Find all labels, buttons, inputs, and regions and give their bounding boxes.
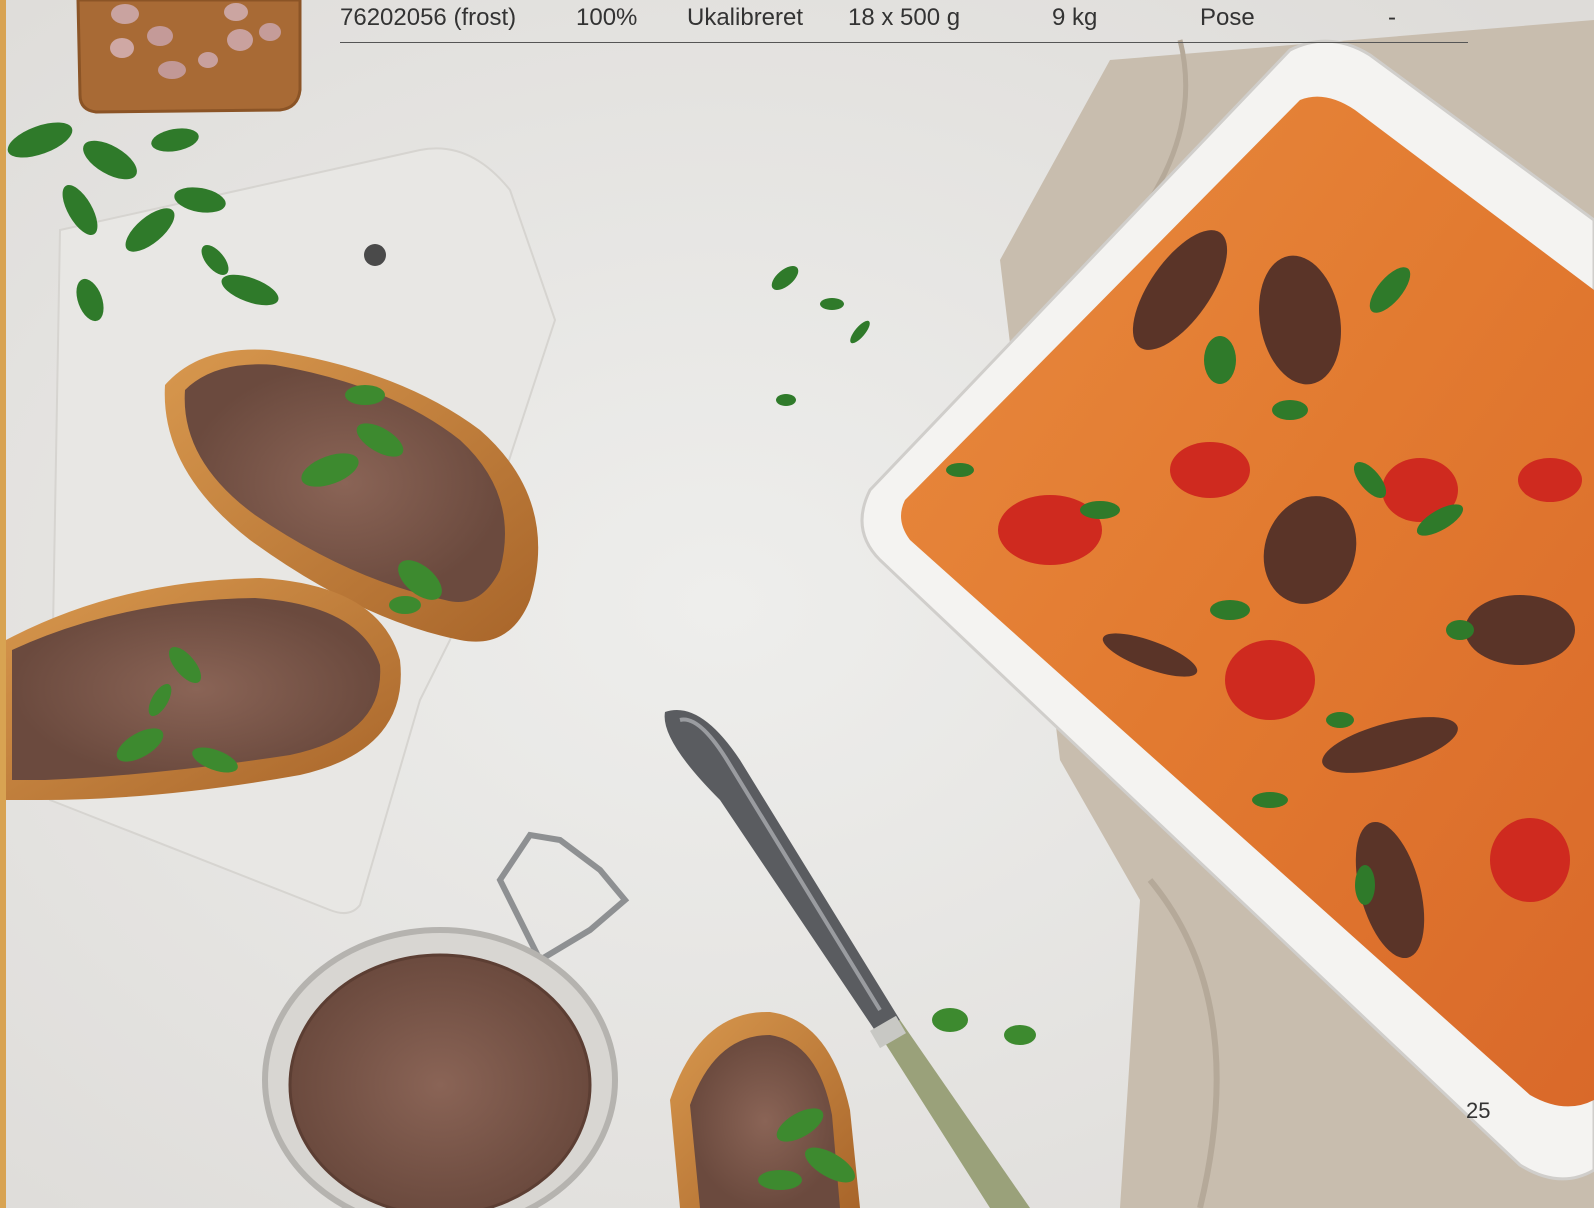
page-number: 25 xyxy=(1466,1098,1491,1123)
food-photo xyxy=(6,0,1594,1208)
pack-size-cell: 18 x 500 g xyxy=(848,4,961,31)
liver-pieces-thumbnail xyxy=(76,0,302,114)
product-spec-row: 76202056 (frost) 100% Ukalibreret 18 x 5… xyxy=(340,0,1468,43)
share-cell: 100% xyxy=(576,4,638,31)
extra-cell: - xyxy=(1388,4,1396,31)
case-weight-cell: 9 kg xyxy=(1052,4,1098,31)
calibration-cell: Ukalibreret xyxy=(687,4,804,31)
packaging-cell: Pose xyxy=(1200,4,1255,31)
item-number-cell: 76202056 (frost) xyxy=(340,4,517,31)
